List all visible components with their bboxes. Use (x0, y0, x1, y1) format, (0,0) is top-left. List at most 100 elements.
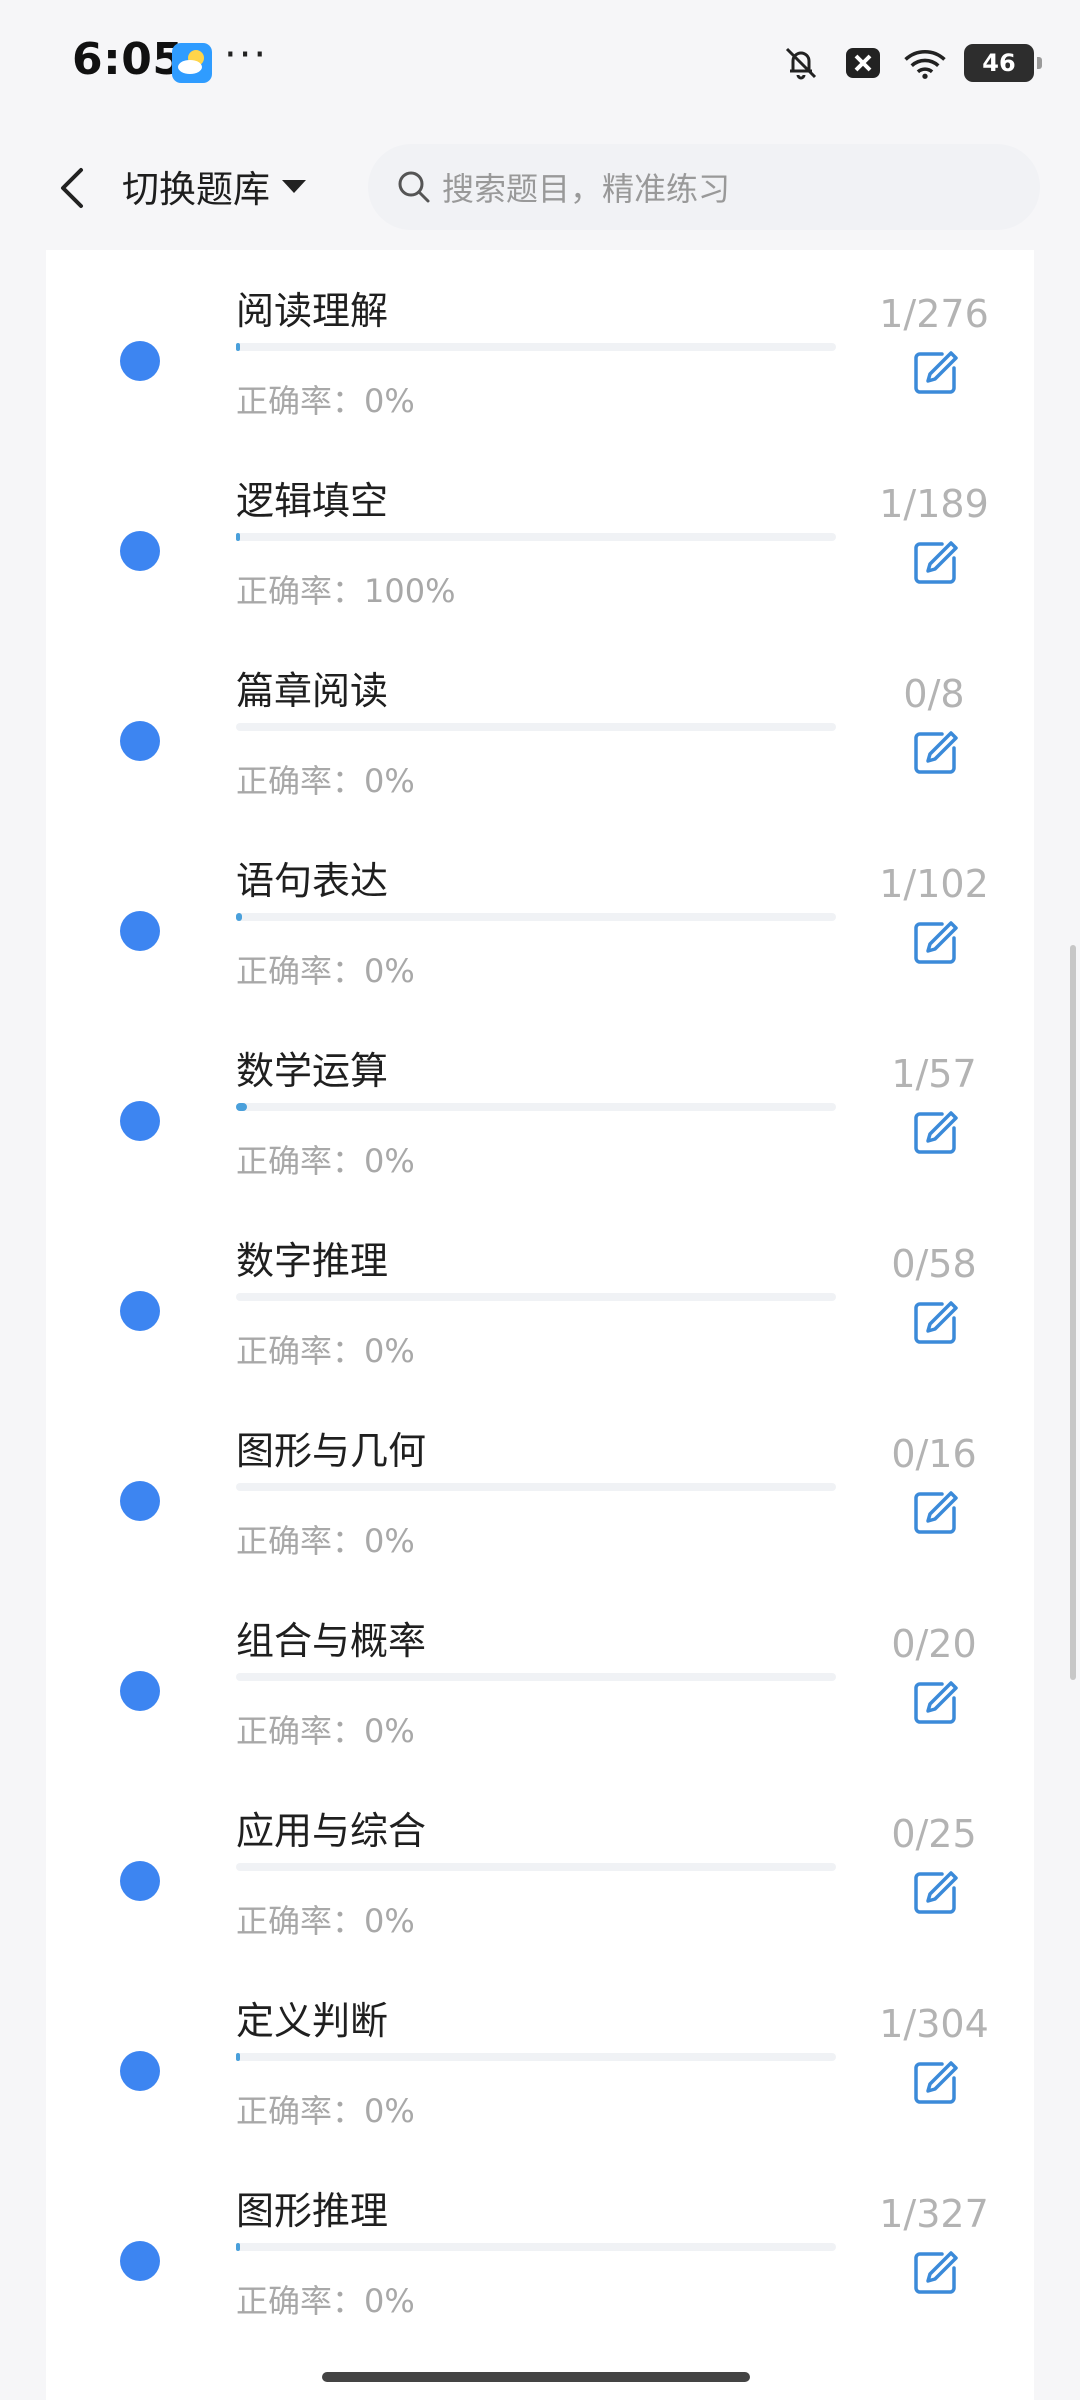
progress-bar (236, 1103, 836, 1111)
more-notifications-indicator: ··· (224, 32, 269, 78)
topic-dot (120, 1291, 160, 1331)
topic-dot (120, 911, 160, 951)
scroll-indicator[interactable] (1070, 945, 1076, 1680)
topic-dot (120, 1481, 160, 1521)
accuracy-text: 正确率：0% (236, 762, 415, 800)
progress-fill (236, 913, 242, 921)
topic-row[interactable]: 语句表达正确率：0% 1/102 (46, 850, 1034, 1040)
progress-bar (236, 1673, 836, 1681)
topic-dot (120, 1671, 160, 1711)
edit-practice-icon[interactable] (910, 2058, 960, 2108)
topic-dot (120, 2241, 160, 2281)
topic-dot (120, 1861, 160, 1901)
progress-bar (236, 1483, 836, 1491)
edit-practice-icon[interactable] (910, 1298, 960, 1348)
edit-practice-icon[interactable] (910, 918, 960, 968)
topic-title: 图形与几何 (236, 1429, 427, 1473)
accuracy-text: 正确率：0% (236, 2092, 415, 2130)
question-count: 0/58 (891, 1242, 977, 1286)
switch-question-bank-dropdown[interactable]: 切换题库 (122, 154, 308, 218)
question-count: 0/8 (903, 672, 965, 716)
topic-title: 阅读理解 (236, 289, 389, 333)
back-button[interactable] (42, 158, 102, 218)
question-count: 0/25 (891, 1812, 977, 1856)
battery-icon: 46 (964, 44, 1042, 82)
edit-practice-icon[interactable] (910, 1108, 960, 1158)
accuracy-text: 正确率：0% (236, 2282, 415, 2320)
topic-row[interactable]: 阅读理解正确率：0% 1/276 (46, 280, 1034, 470)
question-count: 1/327 (879, 2192, 989, 2236)
topic-row[interactable]: 数学运算 正确率：0% 1/57 (46, 1040, 1034, 1230)
bell-off-icon (778, 40, 824, 86)
edit-practice-icon[interactable] (910, 2248, 960, 2298)
topic-row[interactable]: 定义判断正确率：0% 1/304 (46, 1990, 1034, 2180)
status-icons: 46 (778, 40, 1042, 86)
progress-fill (236, 343, 240, 351)
switch-question-bank-label: 切换题库 (122, 168, 270, 211)
accuracy-text: 正确率：0% (236, 1332, 415, 1370)
topic-dot (120, 2051, 160, 2091)
x-box-icon (840, 40, 886, 86)
edit-practice-icon[interactable] (910, 1868, 960, 1918)
topic-row[interactable]: 应用与综合正确率：0% 0/25 (46, 1800, 1034, 1990)
topic-title: 图形推理 (236, 2189, 389, 2233)
topic-dot (120, 1101, 160, 1141)
search-input[interactable]: 搜索题目，精准练习 (368, 144, 1040, 230)
topic-title: 逻辑填空 (236, 479, 389, 523)
topic-list: 阅读理解 正确率：0% 1/276 逻辑填空 正确率：100% 1/189 篇章阅读 正确率：… (46, 250, 1034, 2400)
topic-row[interactable]: 图形推理正确率：0% 1/327 (46, 2180, 1034, 2370)
question-count: 1/276 (879, 292, 989, 336)
topic-row[interactable]: 逻辑填空正确率：100% 1/189 (46, 470, 1034, 660)
status-time: 6:05 (72, 34, 184, 85)
caret-down-icon (282, 180, 306, 193)
question-count: 1/304 (879, 2002, 989, 2046)
topic-row[interactable]: 组合与概率 正确率：0% 0/20 (46, 1610, 1034, 1800)
question-count: 1/102 (879, 862, 989, 906)
accuracy-text: 正确率：100% (236, 572, 456, 610)
topic-title: 语句表达 (236, 859, 389, 903)
question-count: 0/16 (891, 1432, 977, 1476)
accuracy-text: 正确率：0% (236, 952, 415, 990)
topic-row[interactable]: 数字推理正确率：0% 0/58 (46, 1230, 1034, 1420)
edit-practice-icon[interactable] (910, 348, 960, 398)
progress-fill (236, 1103, 247, 1111)
topic-title: 数字推理 (236, 1239, 389, 1283)
topic-title: 定义判断 (236, 1999, 389, 2043)
edit-practice-icon[interactable] (910, 728, 960, 778)
progress-bar (236, 723, 836, 731)
progress-bar (236, 1863, 836, 1871)
progress-bar (236, 343, 836, 351)
top-bar: 切换题库 搜索题目，精准练习 (0, 130, 1080, 250)
accuracy-text: 正确率：0% (236, 382, 415, 420)
progress-bar (236, 913, 836, 921)
progress-bar (236, 2053, 836, 2061)
topic-title: 篇章阅读 (236, 669, 389, 713)
wifi-icon (902, 40, 948, 86)
edit-practice-icon[interactable] (910, 1488, 960, 1538)
topic-dot (120, 721, 160, 761)
question-count: 1/57 (891, 1052, 977, 1096)
edit-practice-icon[interactable] (910, 1678, 960, 1728)
accuracy-text: 正确率：0% (236, 1522, 415, 1560)
progress-fill (236, 2053, 240, 2061)
status-bar: 6:05 ··· 46 (0, 0, 1080, 130)
topic-title: 应用与综合 (236, 1809, 427, 1853)
topic-dot (120, 531, 160, 571)
edit-practice-icon[interactable] (910, 538, 960, 588)
accuracy-text: 正确率：0% (236, 1902, 415, 1940)
battery-level: 46 (982, 49, 1016, 77)
progress-fill (236, 2243, 240, 2251)
progress-fill (236, 533, 240, 541)
search-icon (398, 171, 430, 203)
topic-dot (120, 341, 160, 381)
topic-row[interactable]: 篇章阅读正确率：0% 0/8 (46, 660, 1034, 850)
app-screen: 6:05 ··· 46 切换题库 搜索题目，精准练习 阅读理解 正确率：0% 1… (0, 0, 1080, 2400)
question-count: 1/189 (879, 482, 989, 526)
chevron-left-icon (61, 168, 83, 208)
progress-bar (236, 2243, 836, 2251)
progress-bar (236, 533, 836, 541)
home-indicator[interactable] (322, 2372, 750, 2382)
progress-bar (236, 1293, 836, 1301)
accuracy-text: 正确率：0% (236, 1142, 415, 1180)
topic-row[interactable]: 图形与几何正确率：0% 0/16 (46, 1420, 1034, 1610)
